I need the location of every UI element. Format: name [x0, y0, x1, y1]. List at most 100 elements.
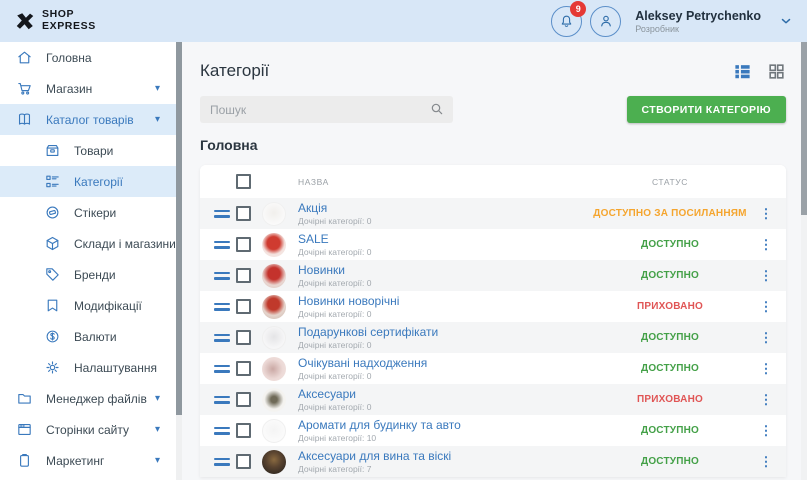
table-row: SALE Дочірні категорії: 0 ДОСТУПНО ⋮ [200, 229, 786, 260]
category-name-link[interactable]: Новинки [298, 263, 371, 277]
row-checkbox[interactable] [236, 206, 251, 221]
category-children-count: Дочірні категорії: 0 [298, 340, 438, 350]
sidebar-item-katehorii[interactable]: Категорії [0, 166, 176, 197]
bookmark-icon [44, 297, 61, 314]
category-name-link[interactable]: Аксесуари для вина та віскі [298, 449, 451, 463]
table-row: Аромати для будинку та авто Дочірні кате… [200, 415, 786, 446]
category-name-link[interactable]: SALE [298, 232, 371, 246]
chevron-down-icon[interactable] [779, 14, 793, 28]
status-badge: ПРИХОВАНО [570, 394, 770, 405]
sidebar-item-label: Маркетинг [46, 454, 104, 468]
sidebar-item-brendy[interactable]: Бренди [0, 259, 176, 290]
chevron-down-icon: ▾ [155, 393, 160, 404]
clipboard-icon [16, 452, 33, 469]
drag-handle-icon[interactable] [214, 210, 230, 218]
sticker-icon [44, 204, 61, 221]
user-role: Розробник [635, 24, 761, 34]
sidebar-item-stikery[interactable]: Стікери [0, 197, 176, 228]
sidebar-item-marketynh[interactable]: Маркетинг ▾ [0, 445, 176, 476]
status-badge: ДОСТУПНО ЗА ПОСИЛАННЯМ [570, 208, 770, 219]
sidebar-item-label: Магазин [46, 82, 92, 96]
drag-handle-icon[interactable] [214, 427, 230, 435]
more-vertical-icon[interactable]: ⋮ [758, 362, 774, 375]
select-all-checkbox[interactable] [236, 174, 251, 189]
sidebar-item-nalashtuvannia[interactable]: Налаштування [0, 352, 176, 383]
more-vertical-icon[interactable]: ⋮ [758, 269, 774, 282]
sidebar-item-golovna[interactable]: Головна [0, 42, 176, 73]
row-checkbox[interactable] [236, 299, 251, 314]
drag-handle-icon[interactable] [214, 365, 230, 373]
dollar-icon [44, 328, 61, 345]
grid-view-icon[interactable] [767, 62, 786, 81]
sidebar-item-label: Бренди [74, 268, 116, 282]
sidebar-item-storinky-saitu[interactable]: Сторінки сайту ▾ [0, 414, 176, 445]
row-checkbox[interactable] [236, 392, 251, 407]
categories-table: НАЗВА СТАТУС Акція Дочірні категорії: 0 … [200, 165, 786, 477]
table-row: Подарункові сертифікати Дочірні категорі… [200, 322, 786, 353]
status-badge: ДОСТУПНО [570, 456, 770, 467]
main-content: Категорії СТВОРИТИ КАТЕГОРІЮ Головна [182, 42, 807, 480]
category-name-link[interactable]: Акція [298, 201, 371, 215]
search-input[interactable] [200, 96, 453, 123]
notifications-button[interactable]: 9 [551, 6, 582, 37]
chevron-down-icon: ▾ [155, 424, 160, 435]
cube-icon [44, 235, 61, 252]
table-row: Аксесуари для вина та віскі Дочірні кате… [200, 446, 786, 477]
drag-handle-icon[interactable] [214, 396, 230, 404]
drag-handle-icon[interactable] [214, 458, 230, 466]
row-checkbox[interactable] [236, 423, 251, 438]
sidebar-item-magazyn[interactable]: Магазин ▾ [0, 73, 176, 104]
sidebar-item-label: Каталог товарів [46, 113, 134, 127]
category-children-count: Дочірні категорії: 0 [298, 371, 427, 381]
sidebar-item-label: Сторінки сайту [46, 423, 129, 437]
table-row: Аксесуари Дочірні категорії: 0 ПРИХОВАНО… [200, 384, 786, 415]
logo: SHOP EXPRESS [14, 9, 96, 32]
category-name-link[interactable]: Очікувані надходження [298, 356, 427, 370]
category-thumbnail [262, 295, 286, 319]
drag-handle-icon[interactable] [214, 334, 230, 342]
more-vertical-icon[interactable]: ⋮ [758, 207, 774, 220]
row-checkbox[interactable] [236, 268, 251, 283]
category-name-link[interactable]: Аксесуари [298, 387, 371, 401]
sidebar-item-modyfikatsii[interactable]: Модифікації [0, 290, 176, 321]
more-vertical-icon[interactable]: ⋮ [758, 393, 774, 406]
more-vertical-icon[interactable]: ⋮ [758, 455, 774, 468]
create-category-button[interactable]: СТВОРИТИ КАТЕГОРІЮ [627, 96, 786, 123]
sidebar-item-label: Головна [46, 51, 92, 65]
category-name-link[interactable]: Новинки новорічні [298, 294, 399, 308]
table-header-row: НАЗВА СТАТУС [200, 165, 786, 198]
more-vertical-icon[interactable]: ⋮ [758, 331, 774, 344]
sidebar-item-sklady[interactable]: Склади і магазини [0, 228, 176, 259]
sidebar-item-kataloh-tovariv[interactable]: Каталог товарів ▾ [0, 104, 176, 135]
more-vertical-icon[interactable]: ⋮ [758, 424, 774, 437]
category-name-link[interactable]: Аромати для будинку та авто [298, 418, 461, 432]
list-view-icon[interactable] [733, 62, 752, 81]
category-thumbnail [262, 450, 286, 474]
person-icon [597, 12, 615, 30]
account-button[interactable] [590, 6, 621, 37]
sidebar-item-valiuty[interactable]: Валюти [0, 321, 176, 352]
more-vertical-icon[interactable]: ⋮ [758, 300, 774, 313]
row-checkbox[interactable] [236, 361, 251, 376]
sidebar-item-label: Валюти [74, 330, 117, 344]
category-name-link[interactable]: Подарункові сертифікати [298, 325, 438, 339]
sidebar-item-menedzher-failiv[interactable]: Менеджер файлів ▾ [0, 383, 176, 414]
drag-handle-icon[interactable] [214, 272, 230, 280]
sidebar-scrollbar[interactable] [176, 42, 182, 480]
sidebar-scrollbar-thumb[interactable] [176, 42, 182, 415]
user-menu[interactable]: Aleksey Petrychenko Розробник [635, 9, 761, 34]
page-scrollbar-thumb[interactable] [801, 42, 807, 215]
drag-handle-icon[interactable] [214, 303, 230, 311]
row-checkbox[interactable] [236, 330, 251, 345]
sidebar-item-tovary[interactable]: Товари [0, 135, 176, 166]
row-checkbox[interactable] [236, 237, 251, 252]
category-children-count: Дочірні категорії: 7 [298, 464, 451, 474]
row-checkbox[interactable] [236, 454, 251, 469]
tag-icon [44, 266, 61, 283]
table-row: Акція Дочірні категорії: 0 ДОСТУПНО ЗА П… [200, 198, 786, 229]
top-header: SHOP EXPRESS 9 [0, 0, 807, 42]
drag-handle-icon[interactable] [214, 241, 230, 249]
more-vertical-icon[interactable]: ⋮ [758, 238, 774, 251]
page-scrollbar[interactable] [801, 42, 807, 480]
column-header-name: НАЗВА [298, 177, 329, 187]
